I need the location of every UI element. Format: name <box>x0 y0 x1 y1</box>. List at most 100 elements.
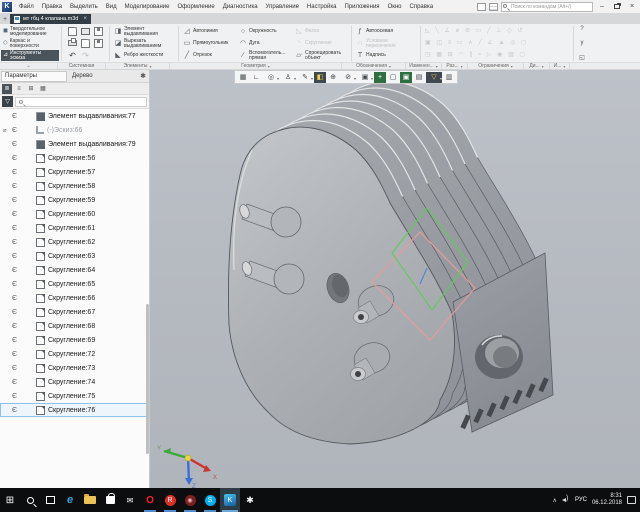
tree-item[interactable]: ⌀ Є Скругление:63 <box>0 249 149 263</box>
move-component-icon[interactable]: + <box>374 72 386 83</box>
tree-item[interactable]: ⌀ Є Скругление:60 <box>0 207 149 221</box>
tool-auto-axis[interactable]: ƒАвтоосевая <box>354 26 418 37</box>
help-column-icon[interactable]: y <box>576 40 588 46</box>
print-preview-icon[interactable] <box>81 39 90 48</box>
close-button[interactable]: × <box>626 1 638 12</box>
frame-select-icon[interactable]: ▢ <box>387 72 399 83</box>
volume-icon[interactable] <box>562 496 570 504</box>
menu-item[interactable]: Вид <box>102 4 121 10</box>
tool-text-label[interactable]: TНадпись <box>354 50 418 61</box>
document-tab[interactable]: мт гбц 4 клапана.m3d × <box>10 14 91 24</box>
tree-scrollbar[interactable] <box>146 304 149 454</box>
tree-item[interactable]: ⌀ Є Элемент выдавливания:79 <box>0 137 149 151</box>
skype-icon[interactable]: S <box>200 488 220 512</box>
language-indicator[interactable]: РУС <box>575 497 587 503</box>
display-mode-shaded-icon[interactable]: ◧ <box>314 72 326 83</box>
menu-item[interactable]: Файл <box>15 4 38 10</box>
tool-extrude[interactable]: ◨Элемент выдавливания <box>112 26 176 37</box>
tree-item[interactable]: ⌀ Є Скругление:67 <box>0 305 149 319</box>
tree-item[interactable]: ⌀ Є Скругление:65 <box>0 277 149 291</box>
opera-icon[interactable]: O <box>140 488 160 512</box>
view-orientation-icon[interactable]: ♙ <box>280 72 296 83</box>
ribbon-section-label[interactable]: Геометрия <box>170 63 342 69</box>
tree-item[interactable]: ⌀ Є Скругление:61 <box>0 221 149 235</box>
mode-wireframe-surfaces[interactable]: ◇ Каркас и поверхности <box>1 38 59 49</box>
tree-item[interactable]: ⌀ Є Скругление:57 <box>0 165 149 179</box>
orientation-triad[interactable]: Y X Z <box>157 446 217 488</box>
tab-tree[interactable]: Дерево <box>67 73 93 79</box>
tool-arc[interactable]: ◠Дуга <box>237 38 293 49</box>
restore-button[interactable] <box>611 1 623 12</box>
new-document-icon[interactable] <box>68 27 77 36</box>
tool-segment[interactable]: ╱Отрезок <box>181 50 237 61</box>
menu-item[interactable]: Выделить <box>66 4 102 10</box>
3d-viewport[interactable]: Y X Z ▦∟◎♙✎◧⊕⊘▣+▢▣▤▽▥ <box>150 70 640 488</box>
orbit-rotate-icon[interactable]: ⊕ <box>327 72 339 83</box>
tree-item[interactable]: ⌀ Є Скругление:64 <box>0 263 149 277</box>
ribbon-section-label[interactable]: Обозначения <box>342 63 406 69</box>
image-quality-icon[interactable]: ▣ <box>357 72 373 83</box>
tab-parameters[interactable]: Параметры <box>1 71 67 82</box>
grid-icon[interactable]: ▦ <box>237 72 249 83</box>
tool-project-object[interactable]: ▱Спроецировать объект <box>293 50 349 61</box>
new-tab-button[interactable]: + <box>0 14 10 24</box>
mode-sketch-tools[interactable]: ⊿ Инструменты эскиза <box>1 50 59 61</box>
tool-auxiliary-line[interactable]: ∕Вспомогатель... прямая <box>237 50 293 61</box>
mode-solid-modeling[interactable]: ◼ Твердотельное моделирование <box>1 26 59 37</box>
start-button[interactable]: ⊞ <box>0 488 20 512</box>
tree-item[interactable]: ⌀ Є Скругление:69 <box>0 333 149 347</box>
scene-sheet-icon[interactable]: ▤ <box>413 72 425 83</box>
menu-item[interactable]: Справка <box>406 4 438 10</box>
mail-icon[interactable]: ✉ <box>120 488 140 512</box>
window-layout-icon[interactable] <box>477 3 486 11</box>
tree-item[interactable]: ⌀ Є Скругление:68 <box>0 319 149 333</box>
tree-item[interactable]: ⌀ Є Скругление:74 <box>0 375 149 389</box>
window-panels-icon[interactable] <box>489 3 498 11</box>
dimensions-box-icon[interactable]: ▣ <box>400 72 412 83</box>
menu-item[interactable]: Моделирование <box>121 4 174 10</box>
hide-objects-icon[interactable]: ⊘ <box>340 72 356 83</box>
clock[interactable]: 8:31 06.12.2018 <box>592 493 622 507</box>
tree-search-input[interactable] <box>15 97 147 107</box>
sketch-mode-icon[interactable]: ✎ <box>297 72 313 83</box>
filter-objects-icon[interactable]: ▽ <box>426 72 442 83</box>
save-icon[interactable] <box>94 27 103 36</box>
tool-cut-extrude[interactable]: ◪Вырезать выдавливанием <box>112 38 176 49</box>
file-explorer-icon[interactable] <box>80 488 100 512</box>
kompas-icon[interactable]: K <box>220 488 240 512</box>
menu-item[interactable]: Диагностика <box>219 4 262 10</box>
zoom-icon[interactable]: ◎ <box>263 72 279 83</box>
menu-item[interactable]: Управление <box>262 4 303 10</box>
help-column-icon[interactable]: ? <box>576 26 588 32</box>
tree-item[interactable]: ⌀ Є Скругление:56 <box>0 151 149 165</box>
open-document-icon[interactable] <box>81 28 90 35</box>
ribbon-section-label[interactable]: Элементы <box>106 63 170 69</box>
tree-item[interactable]: ⌀ Є Скругление:75 <box>0 389 149 403</box>
tool-circle[interactable]: ○Окружность <box>237 26 293 37</box>
ribbon-section-label[interactable]: И... <box>550 63 570 69</box>
tree-item[interactable]: ⌀ Є Скругление:76 <box>0 403 149 417</box>
tree-item[interactable]: ⌀ Є Скругление:73 <box>0 361 149 375</box>
ribbon-section-label[interactable]: Системная <box>58 63 106 69</box>
tree-item[interactable]: ⌀ Є Скругление:58 <box>0 179 149 193</box>
store-icon[interactable] <box>100 488 120 512</box>
ribbon-section-label[interactable]: Раз... <box>442 63 468 69</box>
undo-icon[interactable]: ↶ <box>69 52 76 60</box>
menu-item[interactable]: Окно <box>384 4 406 10</box>
help-column-icon[interactable]: ◱ <box>576 54 588 61</box>
tool-rib[interactable]: ◣Ребро жесткости <box>112 50 176 61</box>
action-center-icon[interactable] <box>627 496 636 504</box>
tool-rectangle[interactable]: ▭Прямоугольник <box>181 38 237 49</box>
tree-relations-icon[interactable]: ▦ <box>38 84 48 94</box>
task-view-button[interactable] <box>40 488 60 512</box>
tree-item[interactable]: ⌀ Є Скругление:72 <box>0 347 149 361</box>
command-search-input[interactable] <box>501 2 593 12</box>
ribbon-section-label[interactable]: Ди... <box>524 63 550 69</box>
tree-item[interactable]: ⌀ Є Скругление:59 <box>0 193 149 207</box>
menu-item[interactable]: Правка <box>38 4 66 10</box>
section-view-icon[interactable]: ▥ <box>443 72 455 83</box>
tree-filter-icon[interactable]: ▽ <box>2 96 13 107</box>
tree-sequence-icon[interactable]: ≡ <box>14 84 24 94</box>
edge-icon[interactable]: e <box>60 488 80 512</box>
tree-structure-icon[interactable]: ≣ <box>2 84 12 94</box>
